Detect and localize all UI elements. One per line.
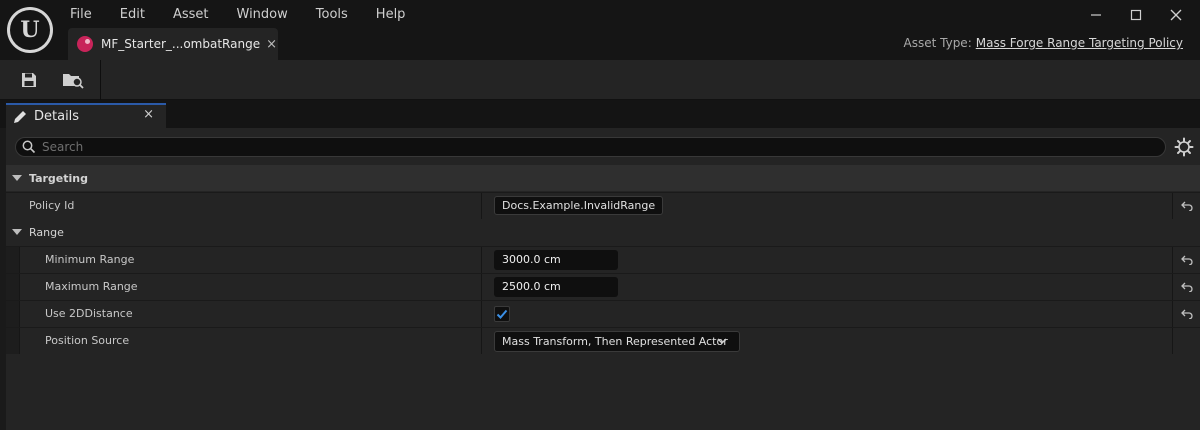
dropdown-selected-value: Mass Transform, Then Represented Actor [502, 335, 728, 348]
category-targeting[interactable]: Targeting [6, 165, 1200, 191]
details-tab[interactable]: Details × [6, 103, 166, 128]
menu-edit[interactable]: Edit [106, 0, 159, 30]
browse-to-asset-button[interactable] [57, 64, 89, 96]
policy-id-value[interactable]: Docs.Example.InvalidRange [494, 196, 664, 215]
minimize-button[interactable] [1076, 0, 1116, 30]
toolbar-separator [100, 60, 101, 100]
property-name: Position Source [45, 334, 130, 347]
maximize-icon [1130, 9, 1142, 21]
property-name: Maximum Range [45, 280, 138, 293]
minimize-icon [1091, 14, 1101, 16]
asset-type-info: Asset Type: Mass Forge Range Targeting Po… [904, 36, 1183, 50]
checkmark-icon [496, 309, 508, 319]
title-bar: U File Edit Asset Window Tools Help MF_S… [0, 0, 1200, 60]
reset-to-default-button[interactable] [1172, 301, 1200, 327]
property-row-use-2d-distance: Use 2DDistance [6, 300, 1200, 327]
asset-icon [77, 36, 93, 52]
details-tab-close-button[interactable]: × [143, 107, 154, 122]
menu-help[interactable]: Help [362, 0, 420, 30]
expand-arrow-icon [12, 175, 22, 181]
asset-tab-label: MF_Starter_...ombatRange [101, 37, 261, 51]
save-icon [22, 73, 36, 87]
maximum-range-input[interactable]: 2500.0 cm [494, 277, 618, 297]
chevron-down-icon [717, 338, 727, 345]
reset-arrow-icon [1180, 255, 1193, 265]
reset-arrow-icon [1180, 282, 1193, 292]
property-name: Minimum Range [45, 253, 135, 266]
menu-bar: File Edit Asset Window Tools Help [56, 0, 419, 30]
close-window-button[interactable] [1156, 0, 1196, 30]
close-icon [1170, 9, 1182, 21]
use-2d-distance-checkbox[interactable] [494, 306, 510, 322]
menu-window[interactable]: Window [223, 0, 302, 30]
asset-editor-tab[interactable]: MF_Starter_...ombatRange × [68, 28, 278, 60]
category-label: Range [29, 225, 64, 239]
details-tab-label: Details [34, 109, 80, 124]
reset-arrow-icon [1180, 201, 1193, 211]
asset-type-link[interactable]: Mass Forge Range Targeting Policy [976, 36, 1183, 50]
property-row-minimum-range: Minimum Range 3000.0 cm [6, 246, 1200, 273]
reset-to-default-button[interactable] [1172, 193, 1200, 219]
reset-arrow-icon [1180, 309, 1193, 319]
property-row-policy-id: Policy Id Docs.Example.InvalidRange [6, 192, 1200, 219]
minimum-range-input[interactable]: 3000.0 cm [494, 250, 618, 270]
save-button[interactable] [13, 64, 45, 96]
search-input[interactable] [42, 139, 1152, 155]
maximize-button[interactable] [1116, 0, 1156, 30]
property-name: Use 2DDistance [45, 307, 133, 320]
category-label: Targeting [29, 171, 89, 185]
property-row-position-source: Position Source Mass Transform, Then Rep… [6, 327, 1200, 354]
expand-arrow-icon [12, 229, 22, 235]
asset-type-label: Asset Type: [903, 36, 972, 50]
menu-asset[interactable]: Asset [159, 0, 223, 30]
unreal-logo-icon[interactable]: U [7, 7, 53, 53]
menu-file[interactable]: File [56, 0, 106, 30]
property-name: Policy Id [29, 199, 75, 212]
property-row-maximum-range: Maximum Range 2500.0 cm [6, 273, 1200, 300]
menu-tools[interactable]: Tools [302, 0, 362, 30]
pencil-icon [14, 110, 26, 123]
reset-to-default-button[interactable] [1172, 247, 1200, 273]
folder-search-icon [63, 74, 84, 89]
details-panel: Targeting Policy Id Docs.Example.Invalid… [6, 128, 1200, 430]
settings-gear-icon[interactable] [1174, 137, 1194, 157]
search-icon [22, 140, 36, 154]
search-bar [15, 137, 1166, 157]
category-range[interactable]: Range [6, 219, 1200, 245]
toolbar [0, 60, 1200, 100]
reset-to-default-button[interactable] [1172, 274, 1200, 300]
panel-tab-row: Details × [0, 100, 1200, 128]
position-source-dropdown[interactable]: Mass Transform, Then Represented Actor [494, 331, 740, 352]
asset-tab-close-button[interactable]: × [266, 37, 277, 52]
